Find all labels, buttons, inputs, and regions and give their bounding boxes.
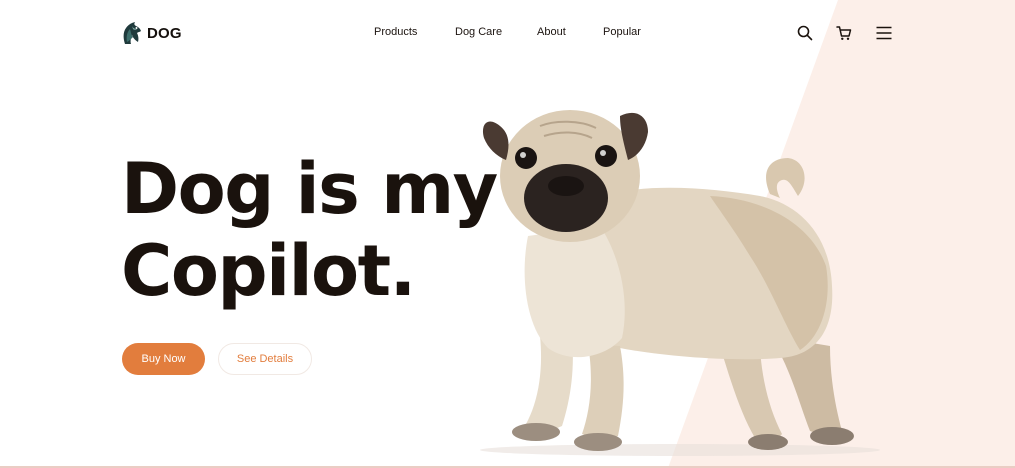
nav-links: Products Dog Care About Popular <box>0 26 1015 42</box>
nav-link-popular[interactable]: Popular <box>603 26 641 38</box>
buy-now-button[interactable]: Buy Now <box>122 343 205 375</box>
see-details-button[interactable]: See Details <box>218 343 312 375</box>
hero-title-line-1: Dog is my <box>121 148 498 230</box>
pug-puppy-image <box>480 110 880 456</box>
cart-icon[interactable] <box>835 24 853 42</box>
top-navbar: DOG Products Dog Care About Popular <box>0 0 1015 66</box>
nav-link-about[interactable]: About <box>537 26 566 38</box>
nav-link-dog-care[interactable]: Dog Care <box>455 26 502 38</box>
menu-icon[interactable] <box>875 24 893 42</box>
nav-link-products[interactable]: Products <box>374 26 417 38</box>
search-icon[interactable] <box>796 24 814 42</box>
hero-title-line-2: Copilot. <box>121 230 416 312</box>
hero-title: Dog is my Copilot. <box>121 148 498 312</box>
